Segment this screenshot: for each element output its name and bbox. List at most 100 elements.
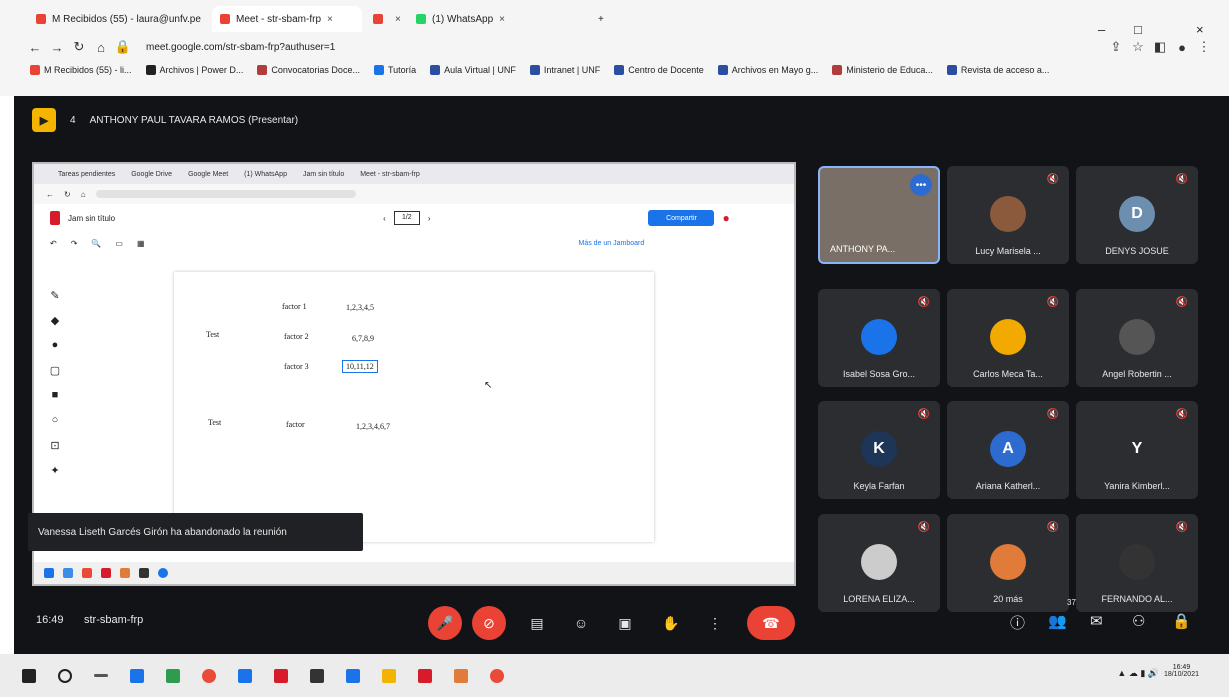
site-icon: [946, 65, 957, 75]
extensions-icon[interactable]: ◧: [1149, 39, 1171, 55]
people-icon[interactable]: 👥: [1048, 612, 1067, 630]
factor-label: factor 1: [282, 302, 307, 311]
textbox-icon: ⊡: [50, 439, 60, 452]
start-icon[interactable]: [22, 668, 36, 683]
app-icon[interactable]: [346, 668, 360, 683]
tab-favicon-icon: [373, 14, 383, 24]
jamboard-share-button: Compartir: [648, 210, 715, 226]
muted-mic-icon: 🔇: [1046, 174, 1059, 185]
browser-tab[interactable]: M Recibidos (55) - laura@unfv.pe×: [28, 6, 203, 32]
task-view-icon[interactable]: [94, 674, 108, 677]
app-icon[interactable]: [490, 668, 504, 683]
app-icon[interactable]: [310, 668, 324, 683]
home-icon: ⌂: [80, 189, 86, 199]
bookmark[interactable]: Ministerio de Educa...: [832, 65, 933, 75]
participant-tile[interactable]: 🔇 D DENYS JOSUE: [1076, 166, 1198, 264]
bookmark[interactable]: Intranet | UNF: [529, 65, 600, 75]
url-bar[interactable]: meet.google.com/str-sbam-frp?authuser=1: [146, 42, 335, 53]
undo-icon: ↶: [50, 238, 57, 248]
tab-label: Meet - str-sbam-frp: [236, 13, 322, 25]
meet-control-bar: 16:49 str-sbam-frp 🎤 ⊘ ▤ ☺ ▣ ✋ ⋮ ☎ ⓘ 37 …: [14, 594, 1229, 654]
share-icon[interactable]: ⇪: [1105, 39, 1127, 55]
site-icon: [257, 65, 268, 75]
app-icon[interactable]: [418, 668, 432, 683]
reactions-button[interactable]: ☺: [564, 606, 598, 640]
chat-icon[interactable]: ✉: [1090, 612, 1103, 630]
browser-tab[interactable]: Meet - str-sbam-frp ×: [212, 6, 362, 32]
app-icon: [101, 568, 111, 578]
bookmark[interactable]: Aula Virtual | UNF: [430, 65, 516, 75]
bookmark[interactable]: Revista de acceso a...: [946, 65, 1049, 75]
participant-tile[interactable]: 🔇 K Keyla Farfan: [818, 401, 940, 499]
app-icon[interactable]: [238, 668, 252, 683]
app-icon[interactable]: [166, 668, 180, 683]
host-controls-icon[interactable]: 🔒: [1172, 612, 1191, 630]
chrome-icon[interactable]: [202, 668, 216, 683]
more-options-button[interactable]: ⋮: [698, 606, 732, 640]
browser-tab[interactable]: ×: [365, 6, 403, 32]
participant-tile[interactable]: 🔇 Angel Robertin ...: [1076, 289, 1198, 387]
close-tab-icon[interactable]: ×: [395, 14, 401, 25]
address-row: ← → ↻ ⌂ 🔒 meet.google.com/str-sbam-frp?a…: [0, 34, 1229, 60]
reload-icon[interactable]: ↻: [68, 39, 90, 55]
menu-icon[interactable]: ⋮: [1193, 39, 1215, 55]
cursor-icon: ↖: [484, 380, 493, 391]
participant-tile[interactable]: 🔇 Y Yanira Kimberl...: [1076, 401, 1198, 499]
avatar: [990, 319, 1026, 355]
muted-mic-icon: 🔇: [1046, 522, 1059, 533]
avatar: [990, 196, 1026, 232]
selected-textbox: 10,11,12: [342, 360, 378, 373]
back-icon[interactable]: ←: [24, 40, 46, 55]
muted-mic-icon: 🔇: [1175, 297, 1188, 308]
search-icon[interactable]: [58, 668, 72, 683]
windows-taskbar: ▲ ☁ ▮ 🔊 16:49 18/10/2021: [0, 654, 1229, 697]
app-icon[interactable]: [454, 668, 468, 683]
sticky-note-icon: ▢: [49, 364, 61, 377]
site-icon: [717, 65, 728, 75]
participant-tile[interactable]: 🔇 Carlos Meca Ta...: [947, 289, 1069, 387]
bookmark[interactable]: M Recibidos (55) - li...: [30, 65, 132, 75]
present-button[interactable]: ▣: [608, 606, 642, 640]
hang-up-button[interactable]: ☎: [747, 606, 795, 640]
inner-tab-strip: Tareas pendientes Google Drive Google Meet…: [34, 164, 794, 184]
app-icon[interactable]: [274, 668, 288, 683]
star-icon[interactable]: ☆: [1127, 39, 1149, 55]
close-tab-icon[interactable]: ×: [499, 14, 505, 25]
new-tab-button[interactable]: +: [590, 6, 614, 32]
profile-icon[interactable]: ●: [1171, 40, 1193, 55]
raise-hand-button[interactable]: ✋: [654, 606, 688, 640]
participant-name: ANTHONY PA...: [830, 244, 896, 254]
folder-icon[interactable]: [382, 668, 396, 683]
tile-options-icon[interactable]: •••: [910, 174, 932, 196]
laser-icon: ✦: [50, 464, 60, 477]
app-icon: [120, 568, 130, 578]
bookmark[interactable]: Archivos en Mayo g...: [717, 65, 818, 75]
avatar: D: [1119, 196, 1155, 232]
participant-tile[interactable]: ••• ANTHONY PA...: [818, 166, 940, 264]
prev-frame-icon: ‹: [383, 213, 386, 223]
participant-tile[interactable]: 🔇 Lucy Marisela ...: [947, 166, 1069, 264]
meeting-details-icon[interactable]: ⓘ: [1010, 612, 1025, 633]
app-icon[interactable]: [130, 668, 144, 683]
muted-mic-icon: 🔇: [1175, 409, 1188, 420]
bookmark[interactable]: Tutoría: [373, 65, 416, 75]
participant-tile[interactable]: 🔇 A Ariana Katherl...: [947, 401, 1069, 499]
taskbar-clock: 16:49 18/10/2021: [1163, 664, 1199, 678]
frame-navigator: ‹ 1/2 ›: [383, 211, 430, 225]
close-tab-icon[interactable]: ×: [327, 14, 333, 25]
browser-tab[interactable]: (1) WhatsApp ×: [408, 6, 583, 32]
forward-icon[interactable]: →: [46, 40, 68, 55]
meeting-code: str-sbam-frp: [84, 614, 144, 626]
bookmark[interactable]: Convocatorias Doce...: [257, 65, 360, 75]
captions-button[interactable]: ▤: [520, 606, 554, 640]
activities-icon[interactable]: ⚇: [1132, 612, 1145, 630]
mic-off-button[interactable]: 🎤: [428, 606, 462, 640]
camera-off-button[interactable]: ⊘: [472, 606, 506, 640]
participant-tile[interactable]: 🔇 Isabel Sosa Gro...: [818, 289, 940, 387]
leave-notification-toast: Vanessa Liseth Garcés Girón ha abandonad…: [28, 513, 363, 551]
home-icon[interactable]: ⌂: [90, 40, 112, 55]
muted-mic-icon: 🔇: [917, 522, 930, 533]
bookmark[interactable]: Archivos | Power D...: [145, 65, 243, 75]
inner-tab: Tareas pendientes: [58, 170, 116, 178]
bookmark[interactable]: Centro de Docente: [614, 65, 704, 75]
